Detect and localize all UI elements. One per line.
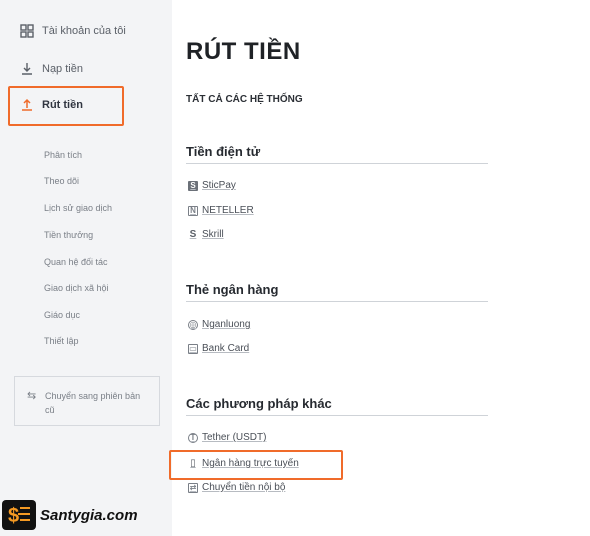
section-divider xyxy=(186,415,488,416)
withdraw-highlight-box xyxy=(8,86,124,126)
sidebar-item-my-account[interactable]: Tài khoản của tôi xyxy=(20,24,126,38)
swap-arrows-icon: ⇆ xyxy=(27,390,37,402)
section-title-other-methods: Các phương pháp khác xyxy=(186,396,332,411)
sidebar-item-label: Nạp tiền xyxy=(42,63,83,75)
watermark-text: Santygia.com xyxy=(40,506,138,524)
method-neteller[interactable]: N NETELLER xyxy=(188,205,254,216)
method-label: Bank Card xyxy=(202,343,250,354)
sticpay-icon: S xyxy=(188,180,198,191)
sidebar: Tài khoản của tôi Nạp tiền Rút tiền Phân… xyxy=(0,0,172,536)
method-label: Tether (USDT) xyxy=(202,432,267,443)
section-title-bank-card: Thẻ ngân hàng xyxy=(186,282,279,297)
method-nganluong[interactable]: ◎ Nganluong xyxy=(188,319,250,330)
method-internal-transfer[interactable]: ⇄ Chuyển tiền nội bộ xyxy=(188,482,285,493)
method-label: SticPay xyxy=(202,180,236,191)
grid-icon xyxy=(20,24,34,38)
switch-version-label: Chuyển sang phiên bản cũ xyxy=(45,391,141,415)
method-sticpay[interactable]: S SticPay xyxy=(188,180,236,191)
sidebar-sub-item-history[interactable]: Lịch sử giao dịch xyxy=(44,203,112,213)
sidebar-sub-item-education[interactable]: Giáo dục xyxy=(44,310,80,320)
sidebar-sub-item-settings[interactable]: Thiết lập xyxy=(44,336,79,346)
section-divider xyxy=(186,163,488,164)
sidebar-sub-item-analytics[interactable]: Phân tích xyxy=(44,150,82,160)
method-label: NETELLER xyxy=(202,205,254,216)
sidebar-item-label: Tài khoản của tôi xyxy=(42,25,126,37)
svg-text:$: $ xyxy=(8,505,19,526)
online-bank-highlight-box xyxy=(169,450,343,480)
tether-icon: T xyxy=(188,432,198,443)
sidebar-sub-item-social-trading[interactable]: Giao dịch xã hội xyxy=(44,283,109,293)
sidebar-sub-item-bonus[interactable]: Tiền thưởng xyxy=(44,230,93,240)
sidebar-sub-item-partnership[interactable]: Quan hệ đối tác xyxy=(44,257,108,267)
all-systems-filter[interactable]: TẤT CẢ CÁC HỆ THỐNG xyxy=(186,94,303,105)
method-label: Chuyển tiền nội bộ xyxy=(202,482,286,493)
method-bank-card[interactable]: ▭ Bank Card xyxy=(188,343,249,354)
download-icon xyxy=(22,63,32,75)
switch-version-button[interactable]: ⇆ Chuyển sang phiên bản cũ xyxy=(14,376,160,426)
watermark: $ Santygia.com xyxy=(2,500,138,530)
section-divider xyxy=(186,301,488,302)
sidebar-item-deposit[interactable]: Nạp tiền xyxy=(20,62,83,76)
method-tether[interactable]: T Tether (USDT) xyxy=(188,432,266,443)
method-label: Skrill xyxy=(202,229,224,240)
page-title: RÚT TIỀN xyxy=(186,38,301,65)
neteller-icon: N xyxy=(188,205,198,216)
skrill-icon: S xyxy=(189,229,197,240)
method-label: Nganluong xyxy=(202,319,251,330)
santygia-logo-icon: $ xyxy=(2,500,36,530)
bank-card-icon: ▭ xyxy=(188,343,198,354)
sidebar-sub-item-tracking[interactable]: Theo dõi xyxy=(44,176,79,186)
internal-transfer-icon: ⇄ xyxy=(188,482,198,493)
section-title-crypto: Tiền điện tử xyxy=(186,144,261,159)
main-panel: RÚT TIỀN TẤT CẢ CÁC HỆ THỐNG Tiền điện t… xyxy=(172,18,488,518)
nganluong-icon: ◎ xyxy=(188,319,198,330)
method-skrill[interactable]: S Skrill xyxy=(188,229,224,240)
